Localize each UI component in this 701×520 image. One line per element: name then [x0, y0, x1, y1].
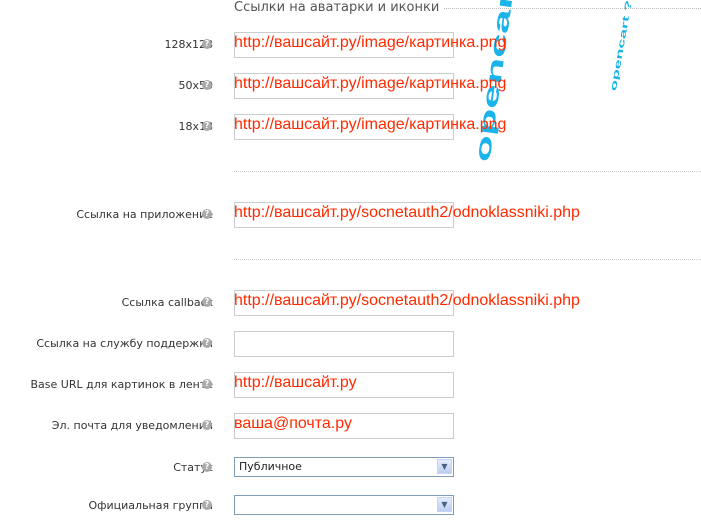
help-icon[interactable]: ?: [202, 209, 212, 219]
field-avatar-50: 50x50? http://вашсайт.ру/image/картинка.…: [0, 73, 701, 99]
support-link-input[interactable]: [234, 331, 454, 357]
field-avatar-128: 128x128? http://вашсайт.ру/image/картинк…: [0, 32, 701, 58]
field-support-link: Ссылка на службу поддержки?: [0, 331, 701, 357]
status-select[interactable]: Публичное ▼: [234, 457, 454, 477]
legend-divider: [442, 8, 701, 9]
field-notify-email: Эл. почта для уведомлений? ваша@почта.ру: [0, 413, 701, 439]
help-icon[interactable]: ?: [202, 462, 212, 472]
chevron-down-icon[interactable]: ▼: [437, 459, 452, 474]
field-official-group: Официальная группа? ▼: [0, 493, 701, 519]
divider: [234, 171, 701, 172]
help-icon[interactable]: ?: [202, 379, 212, 389]
help-icon[interactable]: ?: [202, 500, 212, 510]
field-callback-link: Ссылка callback? http://вашсайт.ру/socne…: [0, 290, 701, 316]
field-app-link: Ссылка на приложение? http://вашсайт.ру/…: [0, 202, 701, 228]
help-icon[interactable]: ?: [202, 80, 212, 90]
chevron-down-icon[interactable]: ▼: [437, 497, 452, 512]
help-icon[interactable]: ?: [202, 39, 212, 49]
field-base-url: Base URL для картинок в ленте? http://ва…: [0, 372, 701, 398]
divider: [234, 259, 701, 260]
help-icon[interactable]: ?: [202, 338, 212, 348]
help-icon[interactable]: ?: [202, 121, 212, 131]
help-icon[interactable]: ?: [202, 420, 212, 430]
field-avatar-18: 18x18? http://вашсайт.ру/image/картинка.…: [0, 114, 701, 140]
field-status: Статус? Публичное ▼: [0, 455, 701, 481]
official-group-select[interactable]: ▼: [234, 495, 454, 515]
section-title: Ссылки на аватарки и иконки: [234, 0, 444, 16]
help-icon[interactable]: ?: [202, 297, 212, 307]
